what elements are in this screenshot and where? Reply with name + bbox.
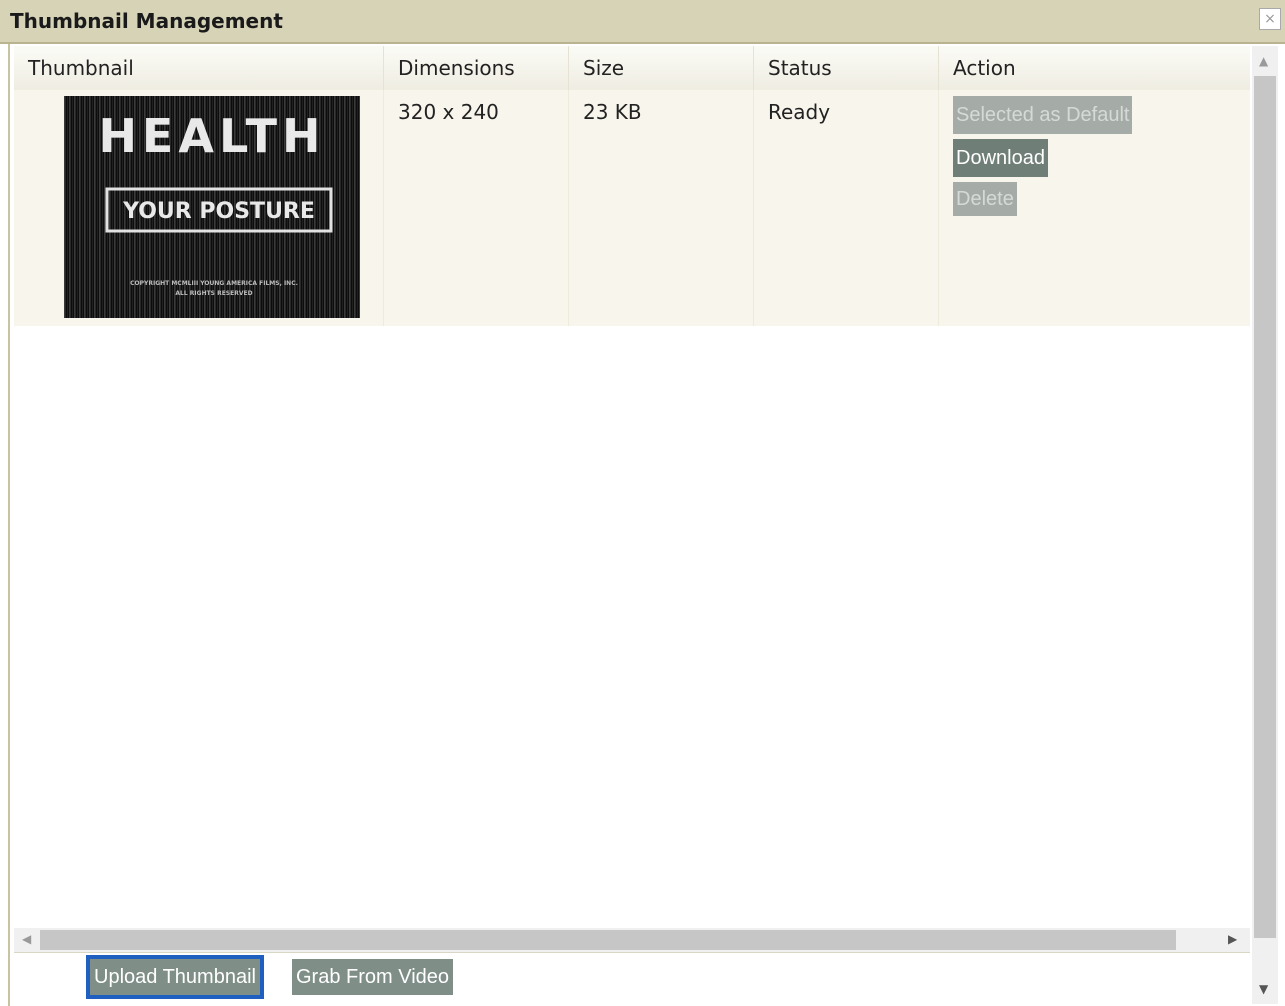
- selected-as-default-button[interactable]: Selected as Default: [953, 96, 1133, 134]
- header-size[interactable]: Size: [569, 46, 754, 90]
- thumbnail-title: HEALTH: [98, 109, 325, 163]
- table-header: Thumbnail Dimensions Size Status Action: [14, 46, 1250, 91]
- scroll-down-icon[interactable]: ▼: [1259, 982, 1268, 996]
- thumbnail-copyright-2: ALL RIGHTS RESERVED: [175, 290, 252, 297]
- dimensions-cell: 320 x 240: [384, 90, 569, 326]
- status-cell: Ready: [754, 90, 939, 326]
- vertical-scroll-thumb[interactable]: [1254, 76, 1276, 938]
- header-thumbnail[interactable]: Thumbnail: [14, 46, 384, 90]
- thumbnail-copyright-1: COPYRIGHT MCMLIII YOUNG AMERICA FILMS, I…: [130, 280, 298, 287]
- grab-from-video-button[interactable]: Grab From Video: [292, 959, 454, 995]
- horizontal-scrollbar[interactable]: ◀ ▶: [14, 928, 1250, 952]
- dialog-body: Thumbnail Dimensions Size Status Action …: [8, 44, 1278, 1006]
- upload-thumbnail-button[interactable]: Upload Thumbnail: [86, 955, 264, 999]
- header-dimensions[interactable]: Dimensions: [384, 46, 569, 90]
- thumbnail-image[interactable]: HEALTH YOUR POSTURE COPYRIGHT MCMLIII YO…: [64, 96, 360, 318]
- horizontal-scroll-thumb[interactable]: [40, 930, 1176, 950]
- header-status[interactable]: Status: [754, 46, 939, 90]
- action-cell: Selected as Default Download Delete: [939, 90, 1250, 326]
- download-button[interactable]: Download: [953, 139, 1048, 177]
- header-action[interactable]: Action: [939, 46, 1250, 90]
- footer-toolbar: Upload Thumbnail Grab From Video: [14, 952, 1250, 1005]
- delete-button[interactable]: Delete: [953, 182, 1017, 216]
- thumbnail-cell: HEALTH YOUR POSTURE COPYRIGHT MCMLIII YO…: [14, 90, 384, 326]
- scroll-left-icon[interactable]: ◀: [22, 932, 31, 946]
- size-cell: 23 KB: [569, 90, 754, 326]
- vertical-scrollbar[interactable]: ▲ ▼: [1252, 46, 1278, 1004]
- title-bar: Thumbnail Management ×: [0, 0, 1285, 44]
- thumbnail-subtitle: YOUR POSTURE: [122, 199, 315, 224]
- table-row[interactable]: HEALTH YOUR POSTURE COPYRIGHT MCMLIII YO…: [14, 90, 1250, 326]
- scroll-up-icon[interactable]: ▲: [1259, 54, 1268, 68]
- window-title: Thumbnail Management: [10, 9, 283, 33]
- close-icon[interactable]: ×: [1259, 8, 1281, 30]
- scroll-right-icon[interactable]: ▶: [1228, 932, 1237, 946]
